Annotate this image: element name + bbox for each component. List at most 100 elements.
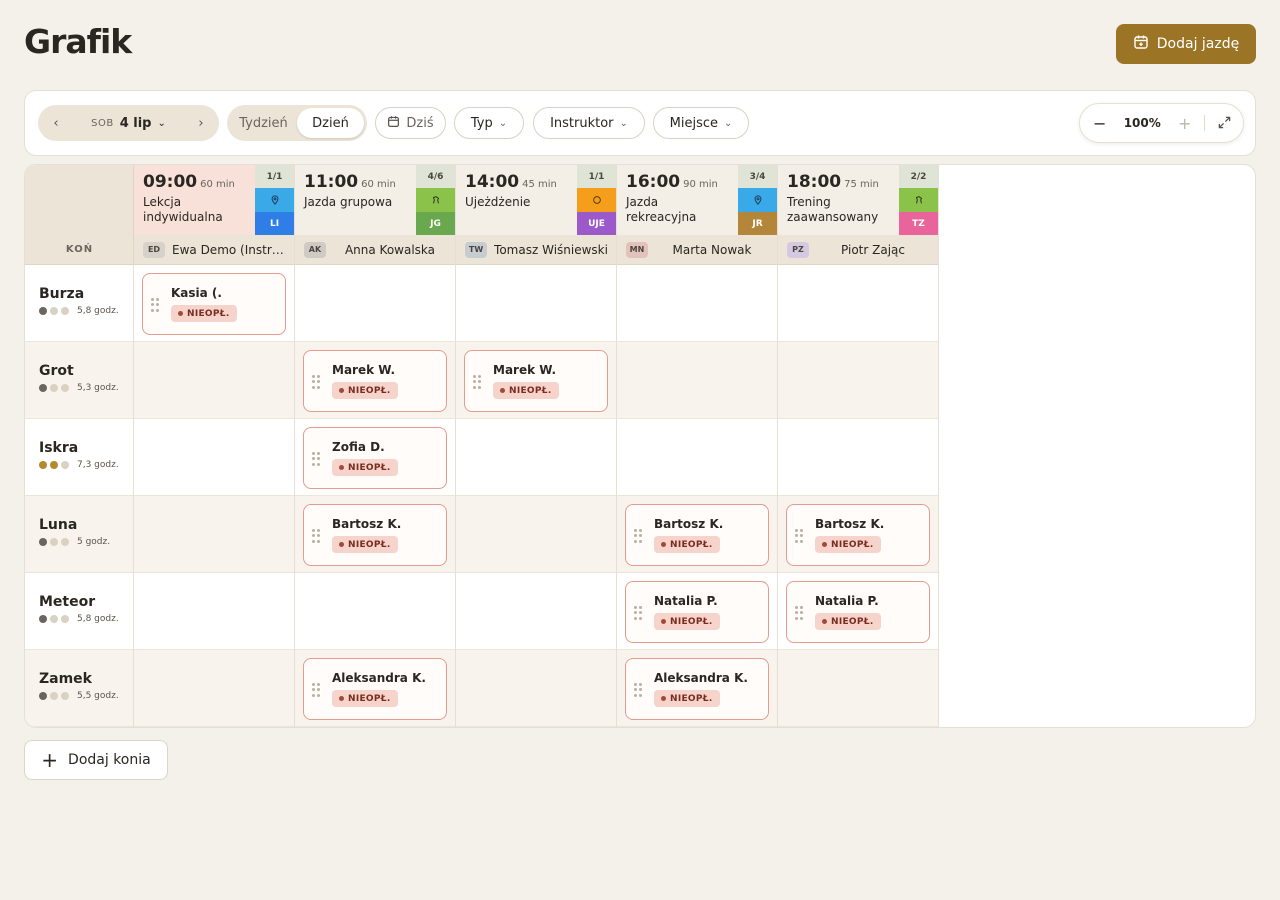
schedule-cell[interactable]: Aleksandra K. NIEOPŁ. [295, 650, 456, 727]
booking-card[interactable]: Bartosz K. NIEOPŁ. [625, 504, 769, 566]
calendar-plus-icon [1133, 34, 1149, 54]
booking-card[interactable]: Bartosz K. NIEOPŁ. [303, 504, 447, 566]
level-dot [50, 307, 58, 315]
booking-card[interactable]: Natalia P. NIEOPŁ. [625, 581, 769, 643]
drag-handle-icon[interactable] [151, 298, 159, 312]
schedule-cell[interactable] [456, 419, 617, 496]
session-instructor: PZ Piotr Zając [778, 235, 938, 265]
view-week-tab[interactable]: Tydzień [230, 108, 297, 138]
schedule-cell[interactable] [778, 342, 939, 419]
drag-handle-icon[interactable] [634, 529, 642, 543]
schedule-cell[interactable] [295, 265, 456, 342]
schedule-cell[interactable] [778, 419, 939, 496]
schedule-cell[interactable]: Bartosz K. NIEOPŁ. [295, 496, 456, 573]
add-horse-button[interactable]: + Dodaj konia [24, 740, 168, 780]
today-button[interactable]: Dziś [375, 107, 446, 139]
current-date: 4 lip [119, 115, 152, 131]
schedule-cell[interactable] [295, 573, 456, 650]
filter-instructor[interactable]: Instruktor ⌄ [533, 107, 645, 139]
schedule-cell[interactable]: Zofia D. NIEOPŁ. [295, 419, 456, 496]
schedule-cell[interactable]: Bartosz K. NIEOPŁ. [617, 496, 778, 573]
drag-handle-icon[interactable] [473, 375, 481, 389]
drag-handle-icon[interactable] [312, 683, 320, 697]
horse-hours: 5,8 godz. [77, 614, 119, 624]
drag-handle-icon[interactable] [634, 606, 642, 620]
schedule-cell[interactable] [456, 265, 617, 342]
rider-name: Marek W. [332, 363, 396, 377]
schedule-cell[interactable] [456, 650, 617, 727]
schedule-cell[interactable] [617, 342, 778, 419]
horse-cell[interactable]: Luna 5 godz. [25, 496, 134, 573]
session-name: Trening zaawansowany [787, 195, 879, 224]
session-info: 18:00 75 min Trening zaawansowany [778, 165, 899, 235]
schedule-cell[interactable] [134, 573, 295, 650]
booking-card[interactable]: Bartosz K. NIEOPŁ. [786, 504, 930, 566]
session-place-code: UJE [577, 212, 616, 235]
fullscreen-button[interactable] [1205, 114, 1243, 133]
session-column-header[interactable]: 14:00 45 min Ujeżdżenie 1/1 UJE TW Tomasz Wiśn… [456, 165, 617, 265]
drag-handle-icon[interactable] [312, 529, 320, 543]
horse-cell[interactable]: Iskra 7,3 godz. [25, 419, 134, 496]
payment-status-badge: NIEOPŁ. [332, 690, 398, 707]
filter-place[interactable]: Miejsce ⌄ [653, 107, 749, 139]
filter-type[interactable]: Typ ⌄ [454, 107, 524, 139]
horse-cell[interactable]: Meteor 5,8 godz. [25, 573, 134, 650]
rider-name: Bartosz K. [815, 517, 885, 531]
schedule-cell[interactable] [134, 650, 295, 727]
horse-name: Burza [39, 286, 85, 302]
schedule-cell[interactable]: Marek W. NIEOPŁ. [456, 342, 617, 419]
session-column-header[interactable]: 11:00 60 min Jazda grupowa 4/6 JG AK Anna Kowa… [295, 165, 456, 265]
chevron-right-icon: › [198, 115, 204, 131]
drag-handle-icon[interactable] [634, 683, 642, 697]
rider-name: Marek W. [493, 363, 557, 377]
horse-cell[interactable]: Grot 5,3 godz. [25, 342, 134, 419]
drag-handle-icon[interactable] [795, 606, 803, 620]
level-dot [61, 461, 69, 469]
schedule-cell[interactable] [134, 496, 295, 573]
drag-handle-icon[interactable] [312, 452, 320, 466]
horse-cell[interactable]: Zamek 5,5 godz. [25, 650, 134, 727]
schedule-cell[interactable]: Natalia P. NIEOPŁ. [778, 573, 939, 650]
next-day-button[interactable]: › [183, 105, 219, 141]
schedule-cell[interactable] [134, 342, 295, 419]
session-column-header[interactable]: 09:00 60 min Lekcja indywidualna 1/1 LI ED Ewa… [134, 165, 295, 265]
horse-cell[interactable]: Burza 5,8 godz. [25, 265, 134, 342]
schedule-cell[interactable]: Marek W. NIEOPŁ. [295, 342, 456, 419]
schedule-cell[interactable] [617, 265, 778, 342]
schedule-cell[interactable]: Natalia P. NIEOPŁ. [617, 573, 778, 650]
horse-row: Meteor 5,8 godz. Natalia P. NIEOPŁ. Natalia … [25, 573, 939, 650]
payment-status-badge: NIEOPŁ. [332, 459, 398, 476]
date-picker[interactable]: SOB 4 lip ⌄ [74, 116, 183, 131]
payment-status-badge: NIEOPŁ. [171, 305, 237, 322]
schedule-cell[interactable] [456, 573, 617, 650]
schedule-cell[interactable] [456, 496, 617, 573]
drag-handle-icon[interactable] [312, 375, 320, 389]
schedule-cell[interactable] [778, 265, 939, 342]
booking-card[interactable]: Natalia P. NIEOPŁ. [786, 581, 930, 643]
filter-type-label: Typ [470, 115, 493, 131]
schedule-cell[interactable] [778, 650, 939, 727]
drag-handle-icon[interactable] [795, 529, 803, 543]
booking-card[interactable]: Marek W. NIEOPŁ. [464, 350, 608, 412]
booking-card[interactable]: Kasia (. NIEOPŁ. [142, 273, 286, 335]
schedule-cell[interactable]: Aleksandra K. NIEOPŁ. [617, 650, 778, 727]
booking-card[interactable]: Aleksandra K. NIEOPŁ. [625, 658, 769, 720]
chevron-down-icon: ⌄ [723, 117, 733, 129]
session-tags: 1/1 LI [255, 165, 294, 235]
schedule-cell[interactable]: Bartosz K. NIEOPŁ. [778, 496, 939, 573]
schedule-cell[interactable]: Kasia (. NIEOPŁ. [134, 265, 295, 342]
add-horse-label: Dodaj konia [68, 752, 151, 768]
zoom-out-button[interactable]: − [1080, 114, 1120, 133]
schedule-cell[interactable] [134, 419, 295, 496]
session-column-header[interactable]: 16:00 90 min Jazda rekreacyjna 3/4 JR MN Marta… [617, 165, 778, 265]
prev-day-button[interactable]: ‹ [38, 105, 74, 141]
booking-card[interactable]: Marek W. NIEOPŁ. [303, 350, 447, 412]
booking-card[interactable]: Aleksandra K. NIEOPŁ. [303, 658, 447, 720]
add-ride-button[interactable]: Dodaj jazdę [1116, 24, 1256, 64]
schedule-cell[interactable] [617, 419, 778, 496]
zoom-in-button[interactable]: + [1165, 114, 1205, 133]
booking-card[interactable]: Zofia D. NIEOPŁ. [303, 427, 447, 489]
filter-instructor-label: Instruktor [550, 115, 614, 131]
session-column-header[interactable]: 18:00 75 min Trening zaawansowany 2/2 TZ PZ Pi… [778, 165, 939, 265]
view-day-tab[interactable]: Dzień [297, 108, 364, 138]
